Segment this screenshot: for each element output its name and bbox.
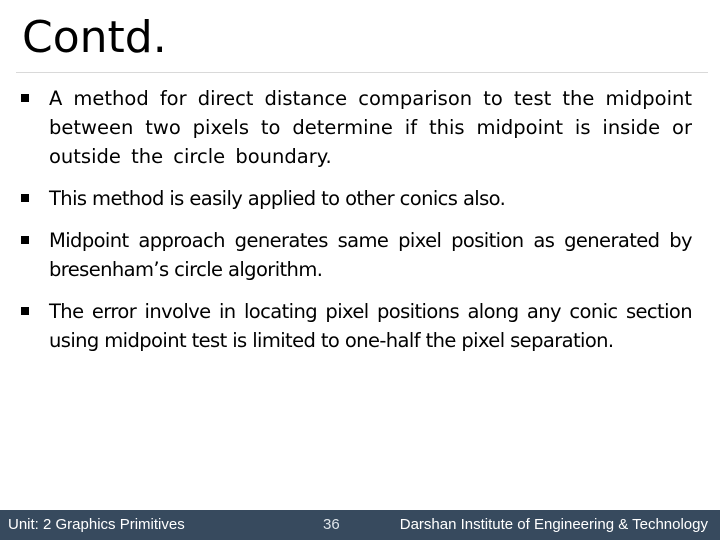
footer-bar: Unit: 2 Graphics Primitives 36 Darshan I… <box>0 510 720 540</box>
bullet-list: A method for direct distance comparison … <box>20 84 693 368</box>
bullet-text: This method is easily applied to other c… <box>49 187 506 210</box>
bullet-text: A method for direct distance comparison … <box>49 87 692 168</box>
bullet-item: Midpoint approach generates same pixel p… <box>20 226 693 284</box>
bullet-text: The error involve in locating pixel posi… <box>49 300 693 352</box>
footer-institute: Darshan Institute of Engineering & Techn… <box>399 516 708 533</box>
page-number: 36 <box>323 516 340 533</box>
slide-title: Contd. <box>22 12 167 63</box>
title-divider <box>16 72 708 73</box>
footer-unit: Unit: 2 Graphics Primitives <box>8 516 185 533</box>
bullet-text: Midpoint approach generates same pixel p… <box>49 229 693 281</box>
square-bullet-icon <box>21 94 29 102</box>
bullet-item: The error involve in locating pixel posi… <box>20 297 693 355</box>
square-bullet-icon <box>21 307 29 315</box>
square-bullet-icon <box>21 236 29 244</box>
square-bullet-icon <box>21 194 29 202</box>
bullet-item: This method is easily applied to other c… <box>20 184 692 213</box>
bullet-item: A method for direct distance comparison … <box>20 84 692 171</box>
